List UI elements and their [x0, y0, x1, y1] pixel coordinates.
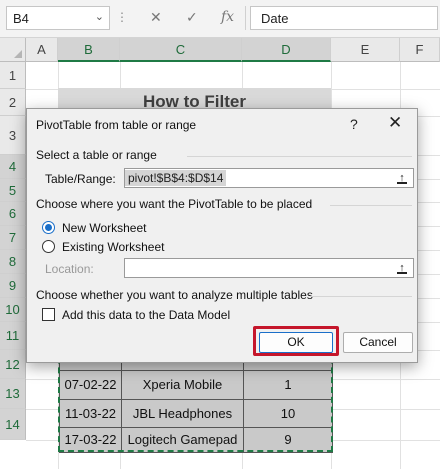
new-worksheet-radio[interactable]: [42, 221, 55, 234]
row-header[interactable]: 6: [0, 202, 26, 226]
column-header[interactable]: D: [242, 38, 331, 62]
collapse-dialog-icon[interactable]: ↑: [392, 170, 412, 186]
location-label: Location:: [45, 262, 94, 276]
row-header[interactable]: 1: [0, 62, 26, 89]
group-divider: [310, 296, 412, 297]
group-label-placement: Choose where you want the PivotTable to …: [36, 197, 313, 211]
dialog-title: PivotTable from table or range: [36, 118, 197, 132]
table-range-value: pivot!$B$4:$D$14: [125, 170, 227, 186]
location-input[interactable]: ↑: [124, 258, 414, 278]
formula-input[interactable]: Date: [250, 6, 438, 30]
row-header[interactable]: 12: [0, 350, 26, 379]
cancel-button[interactable]: Cancel: [343, 332, 413, 353]
row-header[interactable]: 13: [0, 379, 26, 409]
row-header[interactable]: 2: [0, 89, 26, 116]
data-model-label[interactable]: Add this data to the Data Model: [62, 308, 230, 322]
name-box[interactable]: B4 ⌄: [6, 6, 110, 30]
column-header[interactable]: B: [58, 38, 120, 62]
group-label-select-range: Select a table or range: [36, 148, 157, 162]
table-range-label: Table/Range:: [45, 172, 116, 186]
data-model-checkbox[interactable]: [42, 308, 55, 321]
existing-worksheet-radio[interactable]: [42, 240, 55, 253]
existing-worksheet-label[interactable]: Existing Worksheet: [62, 240, 165, 254]
help-icon[interactable]: ?: [350, 116, 358, 132]
row-header[interactable]: 9: [0, 274, 26, 298]
row-header[interactable]: 5: [0, 179, 26, 202]
group-divider: [187, 156, 412, 157]
ok-button[interactable]: OK: [259, 332, 333, 353]
insert-function-icon[interactable]: fx: [221, 9, 234, 25]
row-header[interactable]: 8: [0, 250, 26, 274]
more-options-icon[interactable]: ⋮: [116, 10, 129, 24]
table-range-input[interactable]: pivot!$B$4:$D$14 ↑: [124, 168, 414, 188]
column-header[interactable]: E: [331, 38, 400, 62]
enter-icon[interactable]: ✓: [186, 9, 198, 26]
row-header[interactable]: 4: [0, 155, 26, 179]
chevron-down-icon[interactable]: ⌄: [95, 10, 104, 23]
name-box-value: B4: [13, 11, 29, 26]
row-header[interactable]: 11: [0, 322, 26, 350]
cancel-icon[interactable]: ✕: [150, 9, 162, 26]
row-header[interactable]: 14: [0, 409, 26, 440]
select-all-corner[interactable]: [0, 38, 26, 62]
new-worksheet-label[interactable]: New Worksheet: [62, 221, 146, 235]
close-icon[interactable]: ✕: [388, 113, 402, 133]
group-divider: [330, 205, 412, 206]
column-header[interactable]: C: [120, 38, 242, 62]
row-header[interactable]: 10: [0, 298, 26, 322]
row-header[interactable]: 7: [0, 226, 26, 250]
pivottable-dialog: PivotTable from table or range ? ✕ Selec…: [26, 108, 418, 363]
column-header[interactable]: F: [400, 38, 440, 62]
formula-bar-divider: [245, 6, 246, 30]
group-label-multiple-tables: Choose whether you want to analyze multi…: [36, 288, 313, 302]
row-header[interactable]: 3: [0, 116, 26, 155]
column-header[interactable]: A: [26, 38, 58, 62]
collapse-dialog-icon[interactable]: ↑: [392, 260, 412, 276]
location-value: [125, 260, 131, 262]
formula-bar: B4 ⌄ ⋮ ✕ ✓ fx Date: [0, 0, 440, 38]
